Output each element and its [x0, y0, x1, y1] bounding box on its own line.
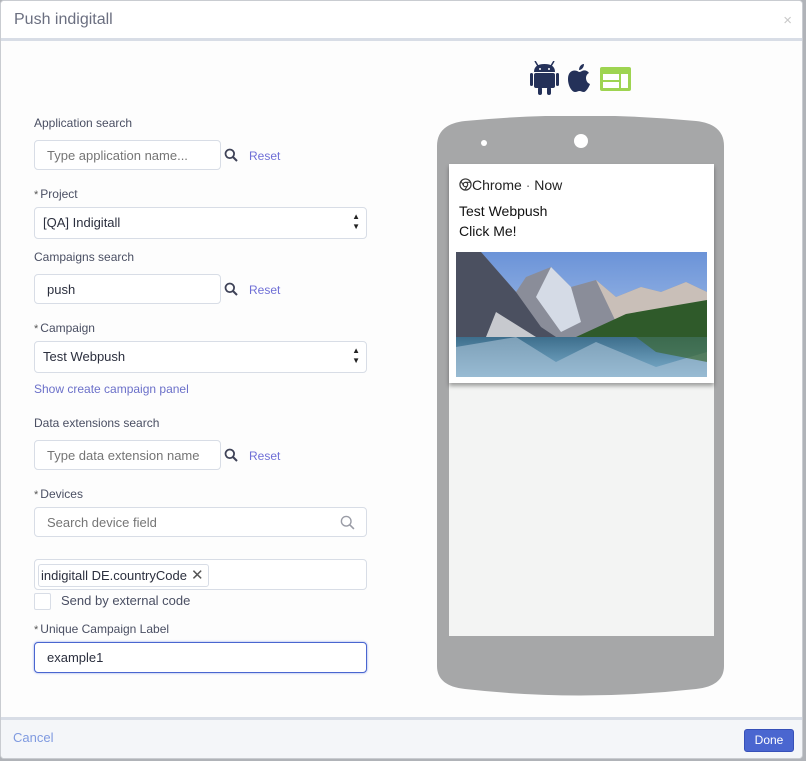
device-field-search-input[interactable]	[34, 507, 367, 537]
notification-separator: ·	[525, 177, 531, 193]
chrome-icon	[459, 178, 472, 191]
modal-title: Push indigitall	[14, 11, 113, 28]
campaigns-search-input[interactable]	[34, 274, 221, 304]
send-by-external-code-checkbox[interactable]	[34, 593, 51, 610]
campaign-label: * Campaign	[34, 321, 95, 335]
campaign-select-value: Test Webpush	[43, 349, 126, 364]
unique-campaign-label-label: * Unique Campaign Label	[34, 622, 170, 636]
notification-time: Now	[534, 177, 563, 193]
campaign-select[interactable]: Test Webpush ▲ ▼	[34, 341, 367, 373]
done-button[interactable]: Done	[744, 729, 794, 752]
application-search-input[interactable]	[34, 140, 221, 170]
platform-icons	[530, 60, 640, 95]
application-reset-link[interactable]: Reset	[249, 149, 280, 163]
data-extensions-search-label: Data extensions search	[34, 416, 160, 430]
device-pill: indigitall DE.countryCode ✕	[38, 564, 209, 587]
show-create-campaign-link[interactable]: Show create campaign panel	[34, 382, 189, 396]
cancel-button[interactable]: Cancel	[13, 730, 53, 745]
project-select-value: [QA] Indigitall	[43, 215, 121, 230]
devices-label: * Devices	[34, 487, 83, 501]
close-icon[interactable]: ×	[783, 12, 792, 29]
data-extensions-reset-link[interactable]: Reset	[249, 449, 280, 463]
notification-preview: Chrome · Now Test Webpush Click Me!	[449, 164, 714, 383]
apple-icon[interactable]	[568, 64, 590, 92]
unique-campaign-label-input[interactable]	[34, 642, 367, 673]
notification-image	[456, 252, 707, 377]
data-extensions-search-icon[interactable]	[224, 448, 238, 465]
modal-footer: Cancel Done	[1, 717, 802, 758]
select-arrows-icon: ▲ ▼	[352, 212, 360, 231]
campaigns-reset-link[interactable]: Reset	[249, 283, 280, 297]
select-arrows-icon: ▲ ▼	[352, 346, 360, 365]
send-by-external-code-label: Send by external code	[61, 593, 191, 608]
modal-header: Push indigitall ×	[1, 1, 802, 41]
android-icon[interactable]	[530, 60, 559, 95]
project-label: * Project	[34, 187, 78, 201]
web-icon[interactable]	[600, 67, 631, 91]
device-search-icon[interactable]	[340, 515, 355, 533]
application-search-icon[interactable]	[224, 148, 238, 165]
campaigns-search-icon[interactable]	[224, 282, 238, 299]
device-pill-label: indigitall DE.countryCode	[41, 568, 187, 583]
project-select[interactable]: [QA] Indigitall ▲ ▼	[34, 207, 367, 239]
notification-app: Chrome	[472, 177, 522, 193]
application-search-label: Application search	[34, 116, 133, 130]
data-extensions-search-input[interactable]	[34, 440, 221, 470]
remove-pill-icon[interactable]: ✕	[191, 567, 204, 584]
campaigns-search-label: Campaigns search	[34, 250, 135, 264]
notification-title: Test Webpush	[459, 203, 548, 219]
notification-header: Chrome · Now	[459, 177, 562, 193]
push-modal: Push indigitall × Application search Res…	[0, 0, 803, 759]
notification-body: Click Me!	[459, 223, 517, 239]
